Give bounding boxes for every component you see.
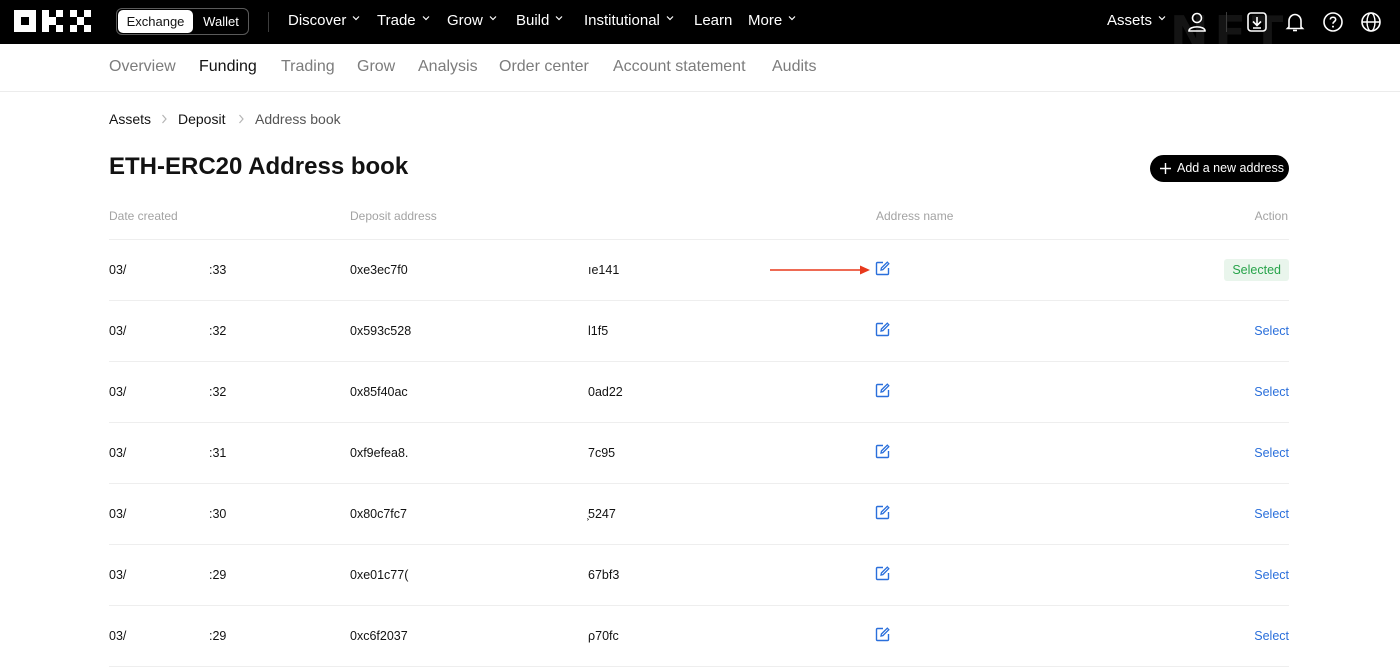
table-row: 03/ :33 0xe3ec7f0 ıe141 Selected [109, 240, 1289, 301]
date-created-start: 03/ [109, 324, 127, 338]
date-created-end: :32 [209, 385, 227, 399]
nav-learn[interactable]: Learn [694, 0, 732, 44]
select-button[interactable]: Select [1254, 445, 1289, 461]
page-title: ETH-ERC20 Address book [109, 153, 409, 180]
nav-institutional[interactable]: Institutional [584, 0, 674, 44]
table-row: 03/ :29 0xe01c77( 67bf3 Select [109, 545, 1289, 606]
date-created-start: 03/ [109, 568, 127, 582]
deposit-address-start: 0x85f40ac [350, 385, 408, 399]
date-created-end: :29 [209, 568, 227, 582]
assets-sub-navigation: Overview Funding Trading Grow Analysis O… [0, 44, 1400, 92]
date-created-start: 03/ [109, 629, 127, 643]
edit-icon[interactable] [875, 322, 890, 337]
deposit-address-start: 0xf9efea8. [350, 446, 409, 460]
deposit-address-end: 0ad22 [588, 385, 623, 399]
nav-divider [268, 12, 269, 32]
deposit-address-start: 0xe01c77( [350, 568, 409, 582]
select-button[interactable]: Select [1254, 323, 1289, 339]
table-row: 03/ :32 0x85f40ac 0ad22 Select [109, 362, 1289, 423]
date-created-start: 03/ [109, 507, 127, 521]
edit-icon[interactable] [875, 444, 890, 459]
column-header-address: Deposit address [350, 209, 437, 223]
tab-grow[interactable]: Grow [357, 44, 395, 92]
edit-icon[interactable] [875, 566, 890, 581]
nav-more[interactable]: More [748, 0, 796, 44]
column-header-action: Action [1254, 209, 1288, 223]
select-button[interactable]: Select [1254, 506, 1289, 522]
plus-icon [1160, 163, 1171, 174]
chevron-right-icon [162, 114, 167, 124]
chevron-down-icon [666, 16, 674, 21]
date-created-end: :33 [209, 263, 227, 277]
globe-icon[interactable] [1360, 11, 1382, 33]
column-header-date: Date created [109, 209, 178, 223]
column-header-name: Address name [876, 209, 954, 223]
nav-assets[interactable]: Assets [1107, 0, 1166, 44]
wallet-toggle[interactable]: Wallet [195, 10, 247, 33]
nav-discover[interactable]: Discover [288, 0, 360, 44]
deposit-address-end: 7c95 [588, 446, 616, 460]
edit-icon[interactable] [875, 383, 890, 398]
breadcrumb-address-book: Address book [255, 111, 341, 127]
date-created-end: :31 [209, 446, 227, 460]
selected-badge: Selected [1224, 259, 1289, 281]
tab-account-statement[interactable]: Account statement [613, 44, 746, 92]
exchange-toggle[interactable]: Exchange [118, 10, 193, 33]
deposit-address-end: 67bf3 [588, 568, 620, 582]
chevron-down-icon [555, 16, 563, 21]
tab-analysis[interactable]: Analysis [418, 44, 478, 92]
chevron-down-icon [352, 16, 360, 21]
date-created-start: 03/ [109, 446, 127, 460]
breadcrumb-assets[interactable]: Assets [109, 110, 151, 128]
deposit-address-start: 0x80c7fc7 [350, 507, 407, 521]
select-button[interactable]: Select [1254, 567, 1289, 583]
chevron-right-icon [239, 114, 244, 124]
chevron-down-icon [1158, 16, 1166, 21]
date-created-end: :29 [209, 629, 227, 643]
table-row: 03/ :29 0xc6f2037 ρ70fc Select [109, 606, 1289, 667]
table-row: 03/ :30 0x80c7fc7͕5247 Select [109, 484, 1289, 545]
deposit-address-end: ıe141 [588, 263, 620, 277]
edit-icon[interactable] [875, 505, 890, 520]
deposit-address-start: 0xc6f2037 [350, 629, 408, 643]
date-created-start: 03/ [109, 385, 127, 399]
select-button[interactable]: Select [1254, 384, 1289, 400]
deposit-address-start: 0xe3ec7f0 [350, 263, 408, 277]
tab-trading[interactable]: Trading [281, 44, 335, 92]
tab-overview[interactable]: Overview [109, 44, 176, 92]
table-row: 03/ :31 0xf9efea8. 7c95 Select [109, 423, 1289, 484]
nav-trade[interactable]: Trade [377, 0, 430, 44]
table-row: 03/ :32 0x593c528 l1f5 Select [109, 301, 1289, 362]
edit-icon[interactable] [875, 627, 890, 642]
deposit-address-end: ͕5247 [588, 507, 616, 521]
chevron-down-icon [422, 16, 430, 21]
download-icon[interactable] [1246, 11, 1268, 33]
top-navigation-bar: NFT Exchange Wallet Discover Trade Grow … [0, 0, 1400, 60]
deposit-address-end: ρ70fc [588, 629, 619, 643]
exchange-wallet-toggle: Exchange Wallet [116, 8, 249, 35]
tab-funding[interactable]: Funding [199, 44, 257, 92]
user-icon[interactable] [1186, 11, 1208, 33]
nav-build[interactable]: Build [516, 0, 563, 44]
annotation-arrow [770, 265, 870, 275]
breadcrumb-deposit[interactable]: Deposit [178, 110, 225, 128]
deposit-address-start: 0x593c528 [350, 324, 412, 338]
tab-order-center[interactable]: Order center [499, 44, 589, 92]
tab-audits[interactable]: Audits [772, 44, 816, 92]
help-icon[interactable] [1322, 11, 1344, 33]
edit-icon[interactable] [875, 261, 890, 276]
date-created-end: :32 [209, 324, 227, 338]
select-button[interactable]: Select [1254, 628, 1289, 644]
chevron-down-icon [489, 16, 497, 21]
date-created-end: :30 [209, 507, 227, 521]
deposit-address-end: l1f5 [588, 324, 609, 338]
chevron-down-icon [788, 16, 796, 21]
add-new-address-button[interactable]: Add a new address [1150, 155, 1289, 182]
add-new-address-label: Add a new address [1177, 161, 1285, 175]
okx-logo[interactable] [14, 10, 92, 32]
bell-icon[interactable] [1284, 11, 1306, 33]
nav-divider [1226, 12, 1227, 32]
date-created-start: 03/ [109, 263, 127, 277]
nav-grow[interactable]: Grow [447, 0, 497, 44]
